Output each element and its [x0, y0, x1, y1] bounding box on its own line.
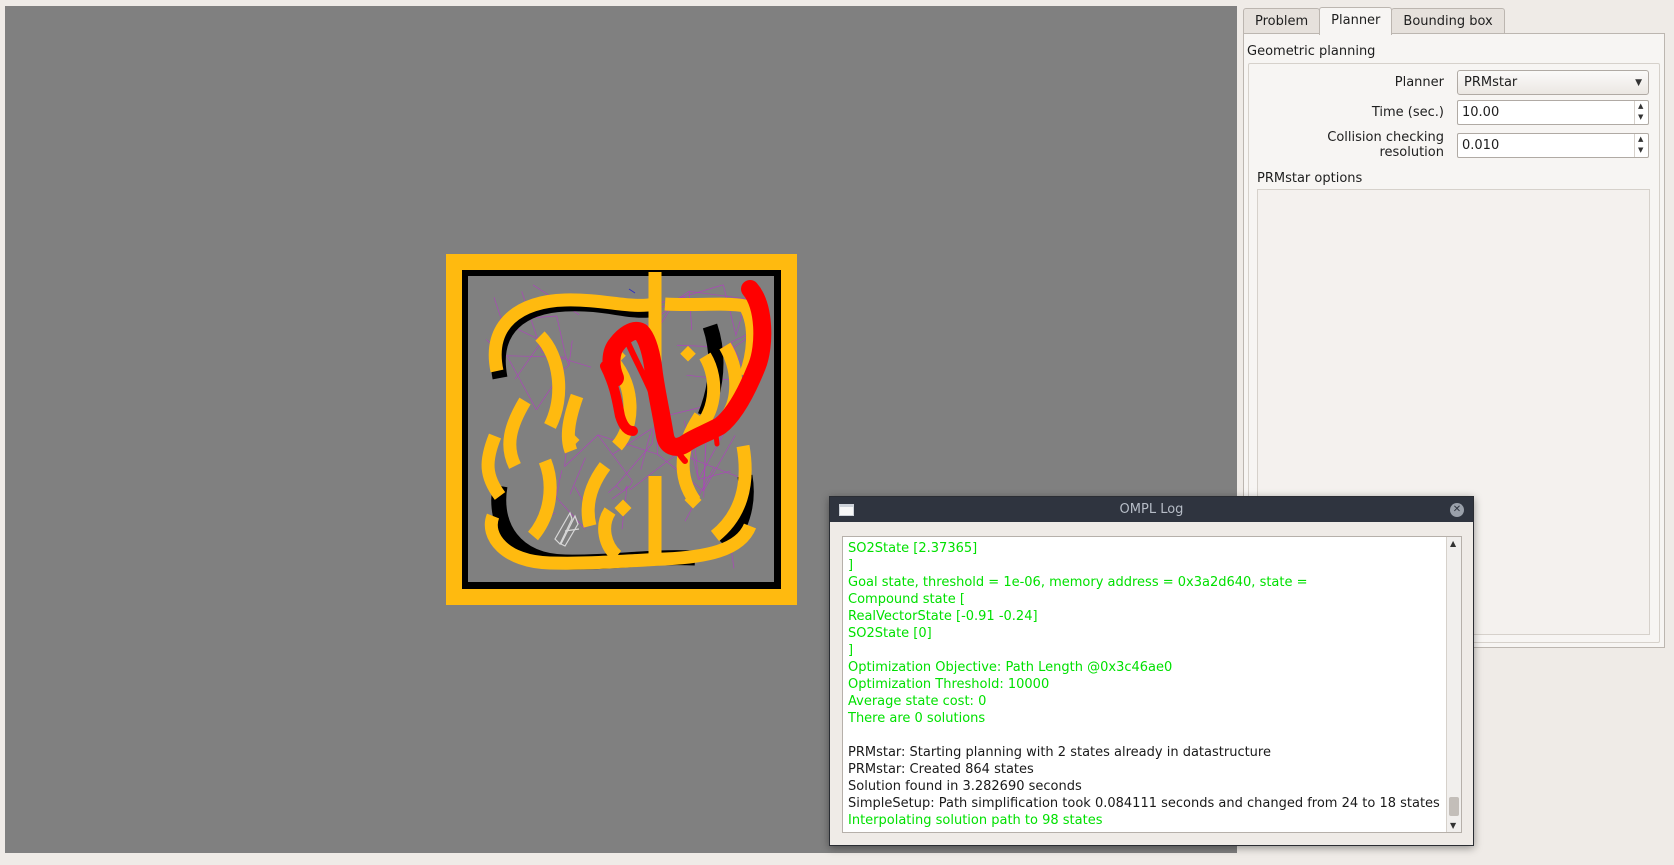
time-value: 10.00: [1462, 105, 1500, 120]
log-titlebar[interactable]: OMPL Log ✕: [830, 497, 1473, 522]
log-line: RealVectorState [-0.91 -0.24]: [848, 609, 1038, 624]
tab-bar: Problem Planner Bounding box: [1243, 7, 1505, 35]
log-line: Optimization Objective: Path Length @0x3…: [848, 660, 1173, 675]
log-line: There are 0 solutions: [848, 711, 986, 726]
collision-label: Collision checking resolution: [1327, 130, 1444, 160]
log-window-title: OMPL Log: [1119, 502, 1184, 517]
tab-planner[interactable]: Planner: [1319, 7, 1393, 35]
tab-bounding-box[interactable]: Bounding box: [1391, 8, 1505, 34]
stepper-up-icon[interactable]: ▲: [1638, 102, 1643, 110]
scroll-up-icon[interactable]: ▲: [1450, 539, 1456, 548]
log-line: PRMstar: Created 864 states: [848, 762, 1034, 777]
log-line: SO2State [2.37365]: [848, 541, 978, 556]
log-line: Goal state, threshold = 1e-06, memory ad…: [848, 575, 1308, 590]
options-title: PRMstar options: [1257, 171, 1363, 186]
planner-select-value: PRMstar: [1464, 75, 1518, 90]
log-line: SO2State [0]: [848, 626, 932, 641]
window-icon: [839, 504, 854, 516]
log-line: SimpleSetup: Path simplification took 0.…: [848, 796, 1440, 811]
time-label: Time (sec.): [1371, 105, 1444, 120]
collision-resolution-input[interactable]: 0.010 ▲ ▼: [1457, 133, 1649, 158]
tab-problem[interactable]: Problem: [1243, 8, 1321, 34]
log-line: Interpolating solution path to 98 states: [848, 813, 1103, 828]
log-line: Average state cost: 0: [848, 694, 987, 709]
log-lines: SO2State [2.37365]] Goal state, threshold…: [848, 540, 1443, 829]
collision-label-line1: Collision checking: [1327, 130, 1444, 145]
stepper-up-icon[interactable]: ▲: [1638, 135, 1643, 143]
scroll-down-icon[interactable]: ▼: [1450, 821, 1456, 830]
planner-select[interactable]: PRMstar ▼: [1457, 70, 1649, 95]
log-scrollbar[interactable]: ▲ ▼: [1446, 537, 1461, 832]
planner-label: Planner: [1394, 75, 1444, 90]
collision-label-line2: resolution: [1379, 145, 1444, 160]
log-line: ]: [848, 558, 854, 573]
chevron-down-icon: ▼: [1635, 78, 1642, 88]
log-line: Compound state [: [848, 592, 965, 607]
log-text-area[interactable]: SO2State [2.37365]] Goal state, threshold…: [842, 536, 1462, 833]
stepper-down-icon[interactable]: ▼: [1638, 146, 1643, 154]
log-line: Optimization Threshold: 10000: [848, 677, 1050, 692]
log-line: Solution found in 3.282690 seconds: [848, 779, 1082, 794]
scrollbar-thumb[interactable]: [1449, 797, 1459, 816]
stepper-down-icon[interactable]: ▼: [1638, 113, 1643, 121]
log-line: ]: [848, 643, 854, 658]
close-icon[interactable]: ✕: [1450, 503, 1464, 517]
time-stepper[interactable]: ▲ ▼: [1634, 101, 1648, 124]
group-title: Geometric planning: [1247, 44, 1376, 59]
collision-stepper[interactable]: ▲ ▼: [1634, 134, 1648, 157]
collision-resolution-value: 0.010: [1462, 138, 1500, 153]
time-input[interactable]: 10.00 ▲ ▼: [1457, 100, 1649, 125]
log-line: PRMstar: Starting planning with 2 states…: [848, 745, 1271, 760]
ompl-log-window[interactable]: OMPL Log ✕ SO2State [2.37365]] Goal state…: [829, 496, 1474, 846]
